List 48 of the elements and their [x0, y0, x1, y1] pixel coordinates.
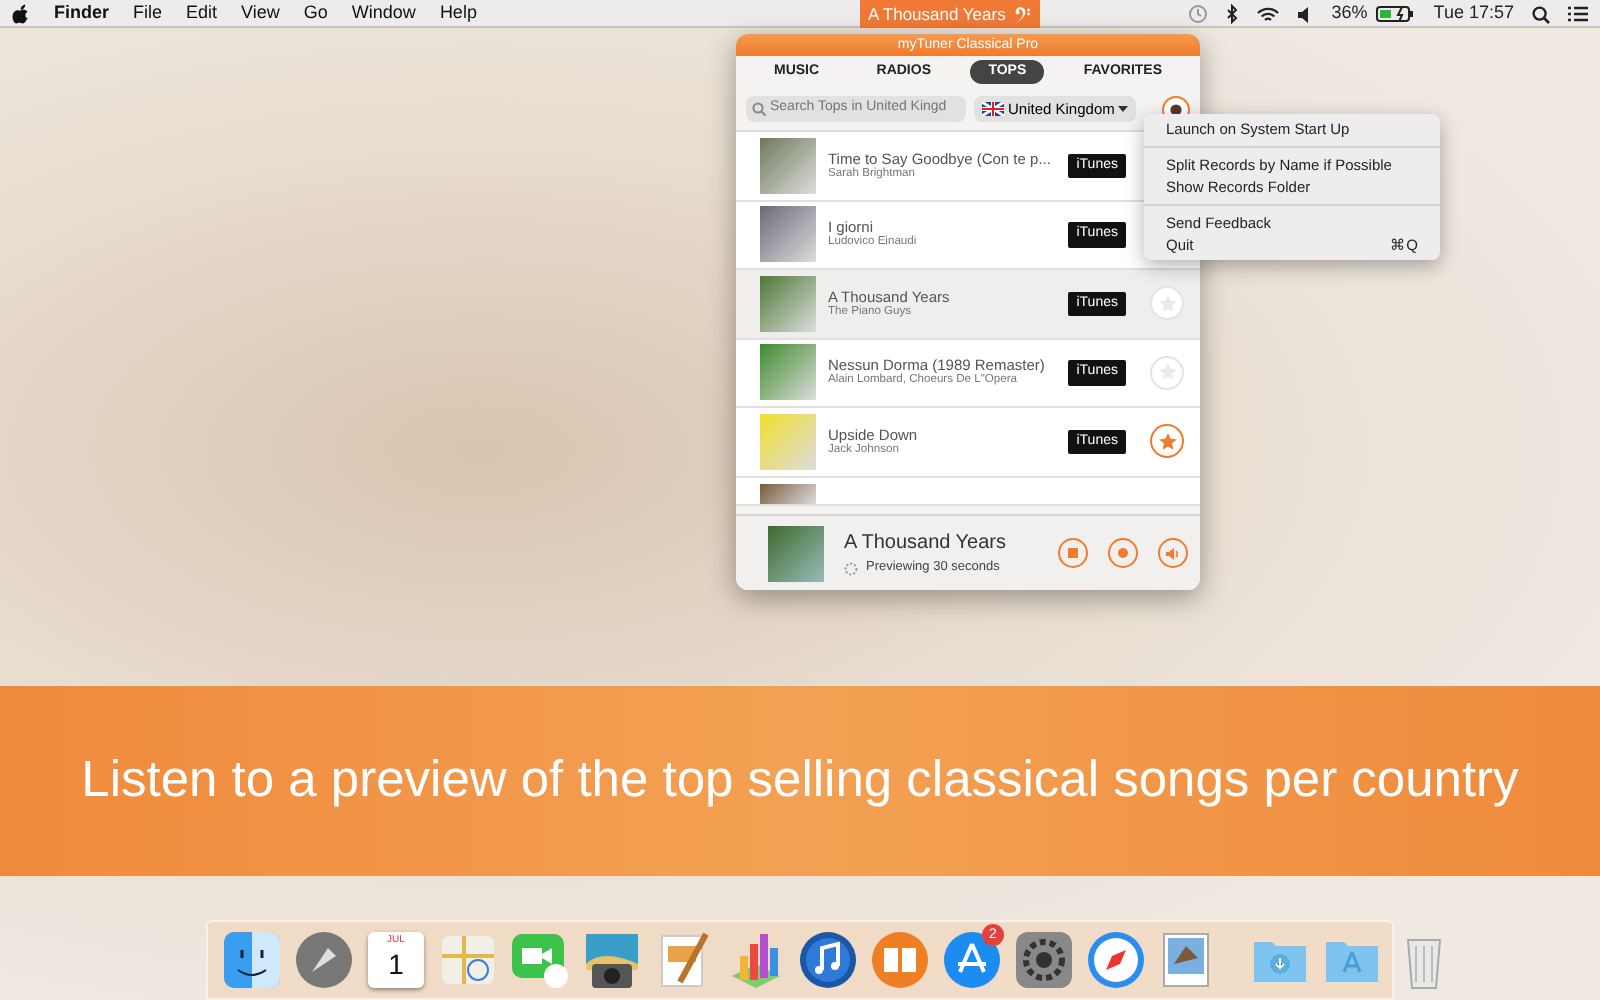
battery-percentage: 36% [1331, 0, 1368, 27]
app-menu[interactable]: Finder [54, 0, 110, 27]
album-cover-photo [760, 344, 816, 401]
song-row[interactable] [736, 477, 1200, 505]
finder-face-icon[interactable] [220, 928, 284, 992]
album-cover-photo [760, 137, 816, 194]
album-cover-photo [760, 206, 816, 263]
menu-item[interactable]: Window [351, 0, 416, 27]
favorite-button[interactable] [1150, 424, 1184, 459]
wifi-icon[interactable] [1255, 5, 1280, 23]
stop-icon [1068, 548, 1078, 558]
star-icon [1157, 431, 1177, 452]
star-icon [1157, 293, 1177, 314]
volume-button[interactable] [1158, 538, 1188, 568]
time-machine-icon[interactable] [1187, 4, 1208, 24]
search-icon [752, 102, 766, 116]
album-cover-photo [760, 275, 816, 332]
menu-item[interactable]: File [133, 0, 163, 27]
speaker-icon [1166, 547, 1180, 559]
album-cover-photo [760, 413, 816, 470]
menu-item[interactable]: View [241, 0, 280, 27]
menu-item[interactable]: Go [303, 0, 328, 27]
gear-icon[interactable] [1012, 928, 1076, 992]
banner-caption: Listen to a preview of the top selling classical songs per country [81, 750, 1519, 813]
spinner-icon [844, 561, 858, 575]
album-cover-photo [760, 483, 816, 503]
album-cover-photo [768, 525, 824, 581]
music-note-icon[interactable] [796, 928, 860, 992]
bass-clef-icon [1011, 4, 1032, 24]
app-store-icon[interactable] [940, 928, 1004, 992]
apple-icon[interactable] [12, 3, 30, 23]
now-playing-title: A Thousand Years [844, 530, 1008, 559]
flag-icon [982, 102, 1004, 116]
menu-clock[interactable]: Tue 17:57 [1433, 0, 1514, 28]
bluetooth-icon[interactable] [1225, 4, 1238, 24]
speaker-icon[interactable] [1297, 5, 1314, 23]
compass-icon[interactable] [1084, 928, 1148, 992]
list-icon[interactable] [1568, 6, 1588, 22]
stop-button[interactable] [1058, 538, 1088, 568]
menu-item[interactable]: Help [439, 0, 477, 27]
battery-icon[interactable] [1375, 6, 1416, 22]
caret-icon [1118, 106, 1129, 112]
record-dot-icon [1170, 103, 1182, 115]
record-dot-icon [1118, 548, 1128, 558]
menu-item[interactable]: Edit [186, 0, 218, 27]
camera-icon[interactable] [580, 928, 644, 992]
search-icon[interactable] [1532, 5, 1550, 23]
star-icon [1157, 362, 1177, 383]
